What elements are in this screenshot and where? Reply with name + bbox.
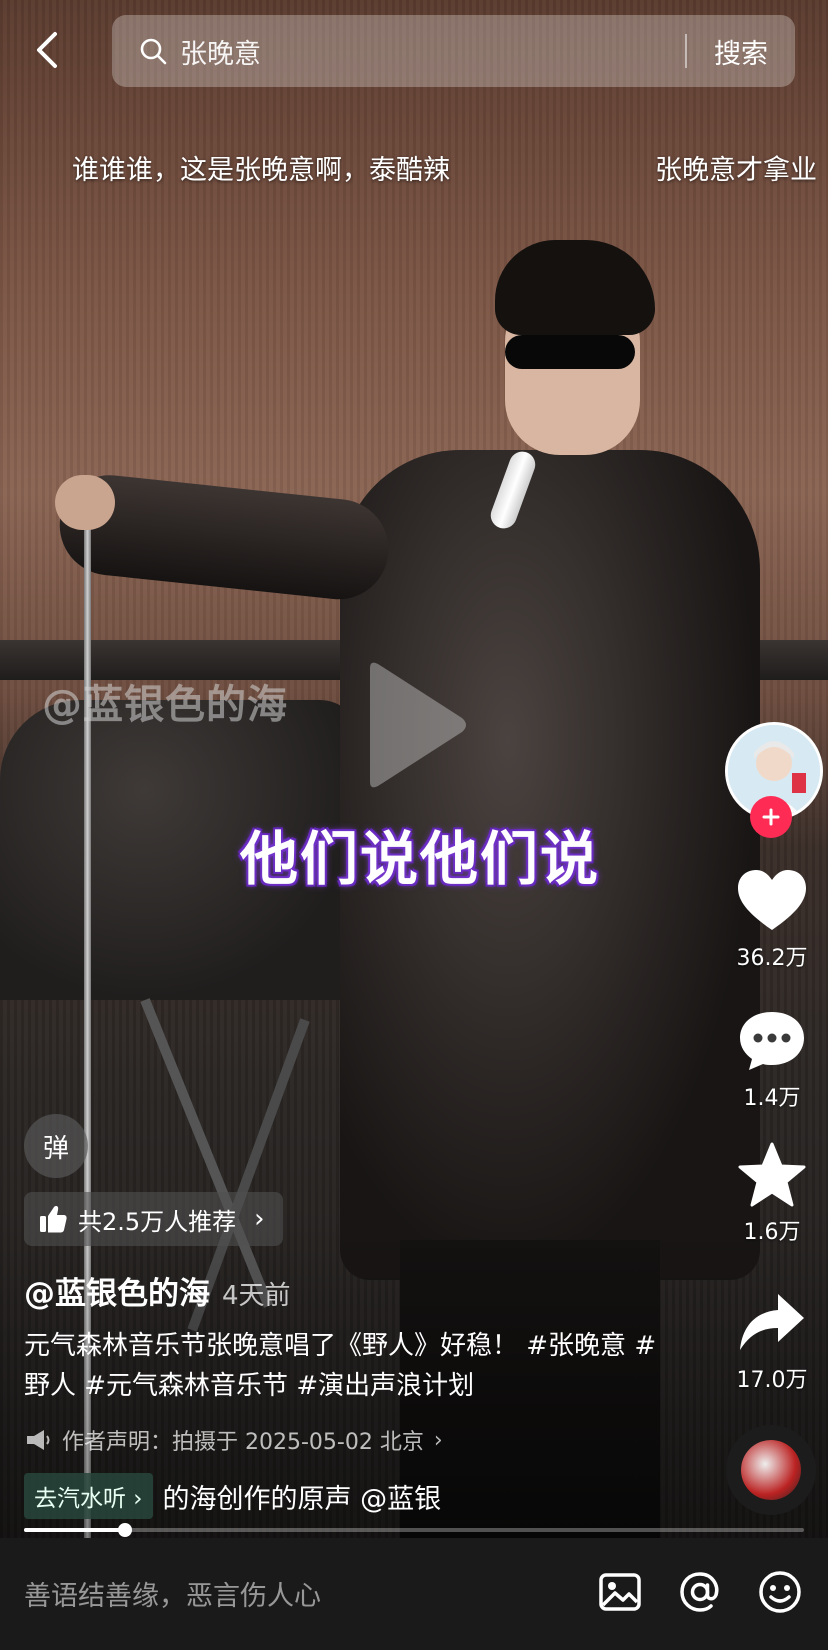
soda-music-tag[interactable]: 去汽水听 › — [24, 1473, 153, 1519]
comment-input[interactable]: 善语结善缘，恶言伤人心 — [24, 1574, 321, 1613]
danmaku-toggle-button[interactable]: 弹 — [24, 1114, 88, 1178]
follow-button[interactable] — [750, 796, 792, 838]
play-icon[interactable] — [360, 660, 470, 790]
share-arrow-icon — [740, 1294, 804, 1350]
back-arrow-icon — [37, 32, 57, 68]
search-input[interactable]: 张晚意 — [180, 32, 685, 71]
heart-icon — [738, 870, 806, 930]
search-bar[interactable]: 张晚意 搜索 — [112, 15, 795, 87]
chevron-right-icon: › — [254, 1204, 265, 1234]
author-row: @蓝银色的海 4天前 — [24, 1268, 291, 1313]
statement-text: 作者声明：拍摄于 2025-05-02 北京 — [62, 1430, 424, 1455]
search-button[interactable]: 搜索 — [687, 32, 795, 71]
like-button[interactable]: 36.2万 — [724, 868, 820, 972]
mention-icon[interactable] — [676, 1568, 724, 1616]
video-watermark: @蓝银色的海 — [42, 682, 288, 728]
favorite-count: 1.6万 — [743, 1220, 801, 1245]
progress-fill — [24, 1528, 126, 1532]
emoji-icon[interactable] — [756, 1568, 804, 1616]
share-button[interactable]: 17.0万 — [724, 1290, 820, 1394]
video-subtitle: 他们说他们说 — [240, 825, 601, 893]
music-row[interactable]: 去汽水听 › 的海创作的原声 @蓝银 — [24, 1473, 508, 1519]
performer-hand — [55, 475, 115, 530]
share-count: 17.0万 — [736, 1368, 808, 1393]
post-time: 4天前 — [222, 1281, 291, 1311]
author-name[interactable]: @蓝银色的海 — [24, 1268, 210, 1313]
danmaku-comment: 谁谁谁，这是张晚意啊，泰酷辣 — [72, 155, 450, 186]
plus-icon — [762, 808, 780, 826]
favorite-button[interactable]: 1.6万 — [724, 1142, 820, 1246]
megaphone-icon — [27, 1430, 50, 1450]
comment-bar[interactable]: 善语结善缘，恶言伤人心 — [0, 1538, 828, 1650]
danmaku-comment: 张晚意才拿业 — [655, 155, 817, 186]
music-disc[interactable] — [726, 1425, 816, 1515]
sunglasses — [505, 335, 635, 369]
progress-bar[interactable] — [24, 1528, 804, 1532]
image-icon[interactable] — [596, 1568, 644, 1616]
soda-tag-label: 去汽水听 — [34, 1486, 126, 1512]
recommend-pill[interactable]: 共2.5万人推荐 › — [24, 1192, 283, 1246]
video-description[interactable]: 元气森林音乐节张晚意唱了《野人》好稳！ #张晚意 #野人 #元气森林音乐节 #演… — [24, 1326, 664, 1406]
recommend-text: 共2.5万人推荐 — [78, 1207, 237, 1236]
music-cover-icon — [741, 1440, 801, 1500]
comment-bubble-icon — [740, 1012, 804, 1070]
chevron-right-icon: › — [433, 1427, 443, 1453]
comment-button[interactable]: 1.4万 — [724, 1008, 820, 1112]
star-icon — [738, 1142, 806, 1207]
thumbs-up-icon — [40, 1206, 67, 1233]
music-title: 的海创作的原声 @蓝银 — [162, 1483, 442, 1515]
author-statement[interactable]: 作者声明：拍摄于 2025-05-02 北京 › — [24, 1424, 443, 1456]
search-icon — [140, 38, 167, 65]
performer-hair — [495, 240, 655, 335]
comment-count: 1.4万 — [743, 1086, 801, 1111]
back-button[interactable] — [22, 22, 72, 78]
like-count: 36.2万 — [736, 946, 808, 971]
